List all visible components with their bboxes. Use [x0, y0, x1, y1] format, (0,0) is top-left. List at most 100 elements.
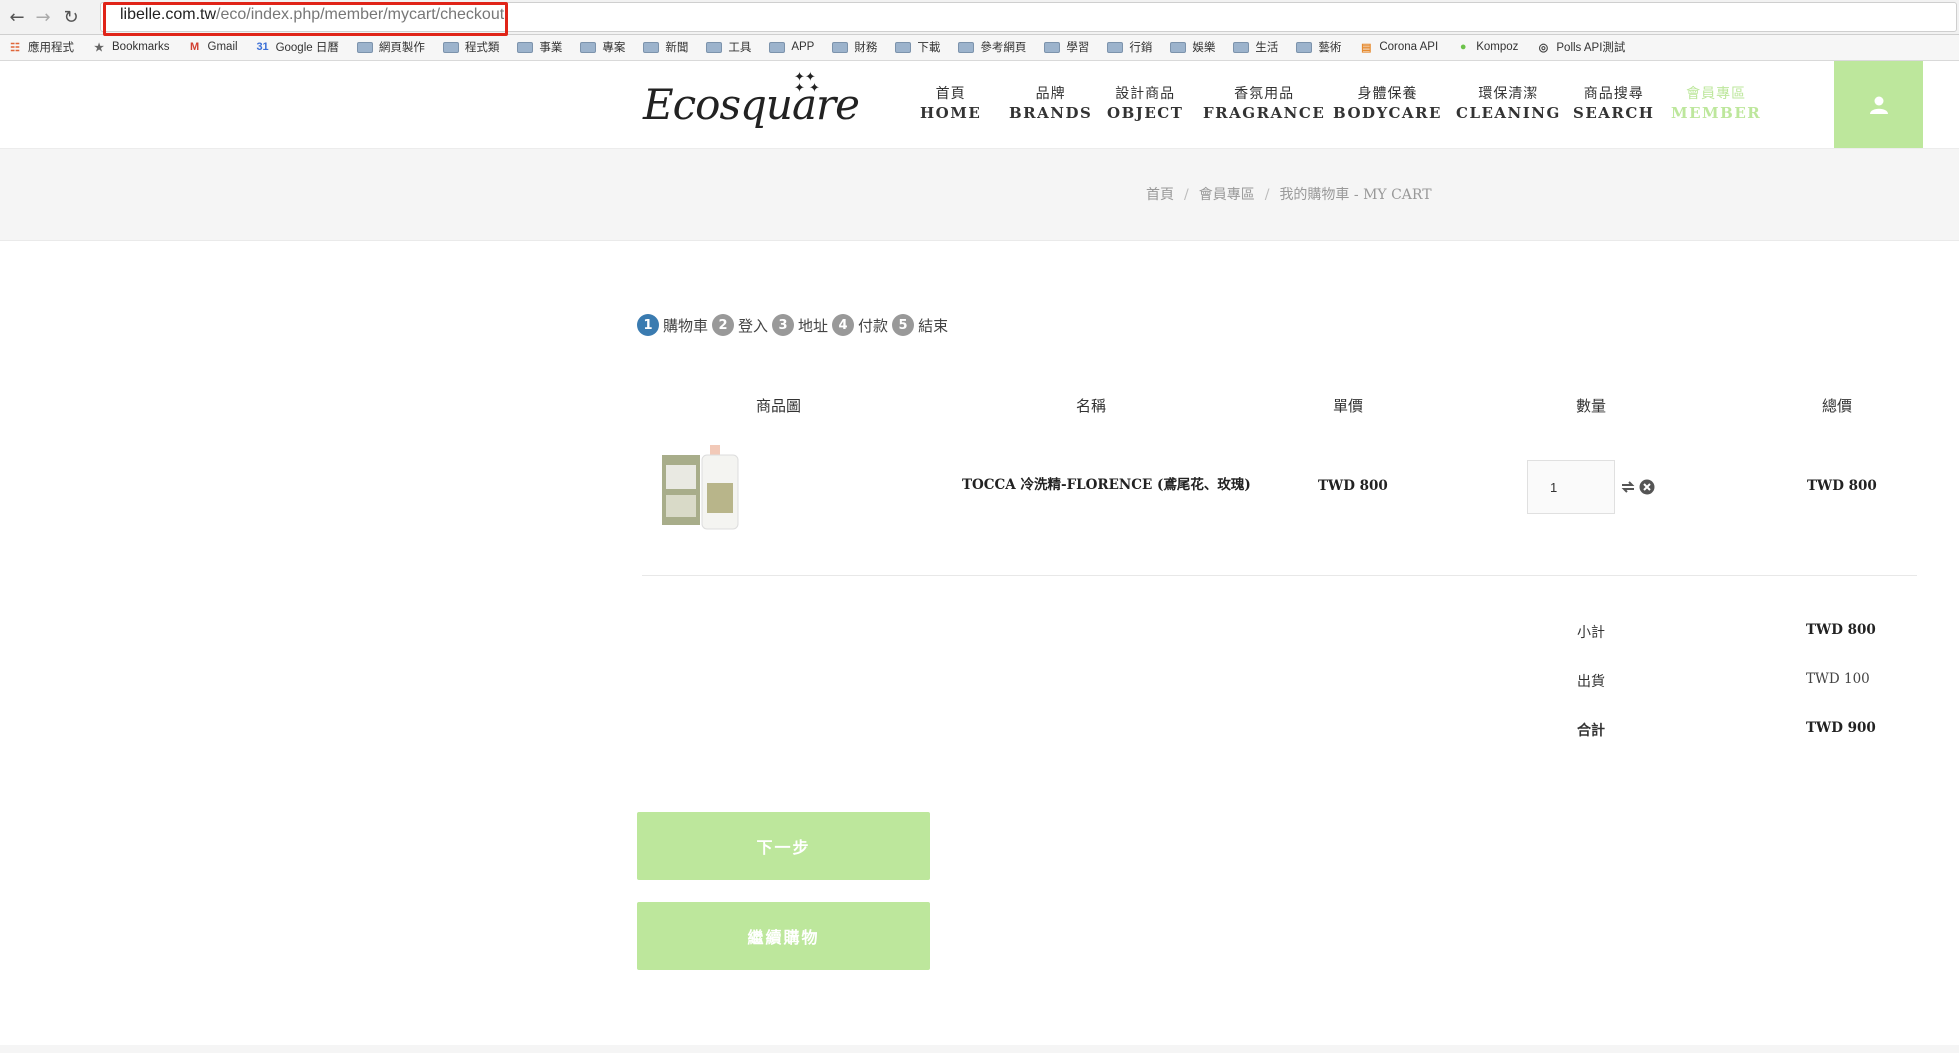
- nav-en: CLEANING: [1456, 104, 1561, 122]
- bookmarks-bar: ☷ 應用程式 ★ Bookmarks M Gmail 31 Google 日曆 網頁製作 程式類 事…: [0, 35, 1959, 59]
- bookmark-label: 下載: [917, 42, 941, 54]
- nav-fragrance[interactable]: 香氛用品 FRAGRANCE: [1203, 85, 1325, 123]
- step-payment: 4 付款: [832, 314, 888, 336]
- back-icon[interactable]: ←: [6, 6, 28, 28]
- bookmark-item[interactable]: ★ Bookmarks: [92, 40, 170, 54]
- nav-zh: 商品搜尋: [1583, 86, 1644, 102]
- header-unit-price: 單價: [1333, 397, 1364, 415]
- bookmark-item[interactable]: 程式類: [442, 39, 500, 55]
- folder-icon: [706, 41, 723, 53]
- bookmark-item[interactable]: 生活: [1233, 39, 1278, 55]
- bookmark-label: 工具: [728, 42, 752, 54]
- star-icon: ★: [94, 41, 104, 54]
- gmail-icon: M: [189, 41, 200, 53]
- nav-zh: 會員專區: [1686, 86, 1747, 102]
- folder-icon: [580, 41, 597, 53]
- bookmark-item[interactable]: ▤ Corona API: [1359, 40, 1438, 54]
- nav-brands[interactable]: 品牌 BRANDS: [1009, 85, 1092, 123]
- nav-en: SEARCH: [1573, 104, 1655, 122]
- quantity-input[interactable]: [1527, 460, 1615, 514]
- header-image: 商品圖: [756, 397, 802, 415]
- product-name[interactable]: TOCCA 冷洗精-FLORENCE (鳶尾花、玫瑰): [962, 473, 1251, 493]
- step-number: 5: [892, 314, 915, 336]
- nav-cleaning[interactable]: 環保清潔 CLEANING: [1456, 85, 1561, 123]
- github-icon: ◎: [1538, 41, 1549, 54]
- step-number: 1: [637, 314, 659, 336]
- shipping-label: 出貨: [1577, 674, 1605, 690]
- nav-home[interactable]: 首頁 HOME: [920, 85, 981, 123]
- bookmark-item[interactable]: 網頁製作: [356, 39, 425, 55]
- step-number: 4: [832, 314, 855, 336]
- bookmark-item[interactable]: 下載: [895, 39, 940, 55]
- update-quantity-icon[interactable]: [1620, 479, 1636, 495]
- continue-shopping-button[interactable]: 繼續購物: [637, 902, 930, 970]
- bookmark-item[interactable]: 31 Google 日曆: [256, 39, 338, 55]
- folder-icon: [1296, 41, 1313, 53]
- bookmark-item[interactable]: 專案: [580, 39, 625, 55]
- step-login: 2 登入: [712, 314, 768, 336]
- user-account-button[interactable]: [1834, 61, 1923, 148]
- row-divider: [642, 575, 1917, 576]
- bookmark-item[interactable]: 行銷: [1107, 39, 1152, 55]
- page-icon: ▤: [1361, 41, 1372, 54]
- nav-en: BRANDS: [1009, 104, 1093, 122]
- folder-icon: [832, 41, 849, 53]
- folder-icon: [895, 41, 912, 53]
- breadcrumb: 首頁 / 會員專區 / 我的購物車 - MY CART: [1146, 184, 1432, 204]
- bookmark-label: 財務: [854, 42, 878, 54]
- total-label: 合計: [1577, 723, 1605, 739]
- site-logo[interactable]: Ecosquare: [643, 80, 860, 129]
- breadcrumb-home[interactable]: 首頁: [1146, 187, 1174, 203]
- bookmark-item[interactable]: 學習: [1044, 39, 1089, 55]
- subtotal-label: 小計: [1577, 625, 1605, 641]
- bookmark-item[interactable]: M Gmail: [188, 40, 238, 54]
- reload-icon[interactable]: ↻: [60, 6, 82, 28]
- next-step-button[interactable]: 下一步: [637, 812, 930, 880]
- nav-zh: 香氛用品: [1234, 86, 1295, 102]
- header-quantity: 數量: [1576, 397, 1607, 415]
- folder-icon: [958, 41, 975, 53]
- bookmark-item[interactable]: ☷ 應用程式: [8, 39, 74, 55]
- footer-edge: [0, 1045, 1959, 1053]
- step-cart: 1 購物車: [637, 314, 708, 336]
- bookmark-label: APP: [791, 41, 815, 53]
- subtotal-value: TWD 800: [1806, 622, 1876, 638]
- nav-member[interactable]: 會員專區 MEMBER: [1671, 85, 1761, 123]
- breadcrumb-separator: /: [1264, 187, 1270, 203]
- nav-zh: 首頁: [935, 86, 966, 102]
- nav-zh: 身體保養: [1357, 86, 1418, 102]
- nav-object[interactable]: 設計商品 OBJECT: [1107, 85, 1183, 123]
- bookmark-item[interactable]: APP: [769, 41, 814, 53]
- bookmark-item[interactable]: 工具: [706, 39, 751, 55]
- folder-icon: [1170, 41, 1187, 53]
- bookmark-item[interactable]: 藝術: [1296, 39, 1341, 55]
- bookmark-item[interactable]: 新聞: [643, 39, 688, 55]
- bookmark-item[interactable]: 娛樂: [1170, 39, 1215, 55]
- bookmark-item[interactable]: ◎ Polls API測試: [1536, 39, 1626, 55]
- breadcrumb-member[interactable]: 會員專區: [1199, 187, 1255, 203]
- step-number: 3: [772, 314, 795, 336]
- bookmark-label: Polls API測試: [1556, 42, 1626, 54]
- bookmark-label: 新聞: [665, 42, 689, 54]
- bookmark-label: 參考網頁: [980, 42, 1027, 54]
- step-finish: 5 結束: [892, 314, 948, 336]
- bookmark-label: 娛樂: [1192, 42, 1216, 54]
- checkout-steps: 1 購物車 2 登入 3 地址 4 付款 5 結束: [637, 314, 952, 336]
- bookmark-item[interactable]: 參考網頁: [958, 39, 1026, 55]
- forward-icon[interactable]: →: [32, 6, 54, 28]
- product-image[interactable]: [660, 443, 742, 531]
- bookmark-item[interactable]: 事業: [517, 39, 562, 55]
- bookmark-item[interactable]: ● Kompoz: [1456, 40, 1519, 54]
- step-number: 2: [712, 314, 735, 336]
- nav-bodycare[interactable]: 身體保養 BODYCARE: [1333, 85, 1442, 123]
- bookmark-item[interactable]: 財務: [832, 39, 877, 55]
- url-highlight-box: [103, 2, 508, 36]
- step-label: 地址: [798, 316, 829, 335]
- bookmark-label: Bookmarks: [112, 41, 170, 53]
- remove-item-icon[interactable]: [1639, 479, 1655, 495]
- bookmark-label: 程式類: [464, 42, 500, 54]
- folder-icon: [442, 41, 459, 53]
- nav-search[interactable]: 商品搜尋 SEARCH: [1573, 85, 1654, 123]
- step-label: 登入: [738, 316, 769, 335]
- nav-zh: 設計商品: [1115, 86, 1176, 102]
